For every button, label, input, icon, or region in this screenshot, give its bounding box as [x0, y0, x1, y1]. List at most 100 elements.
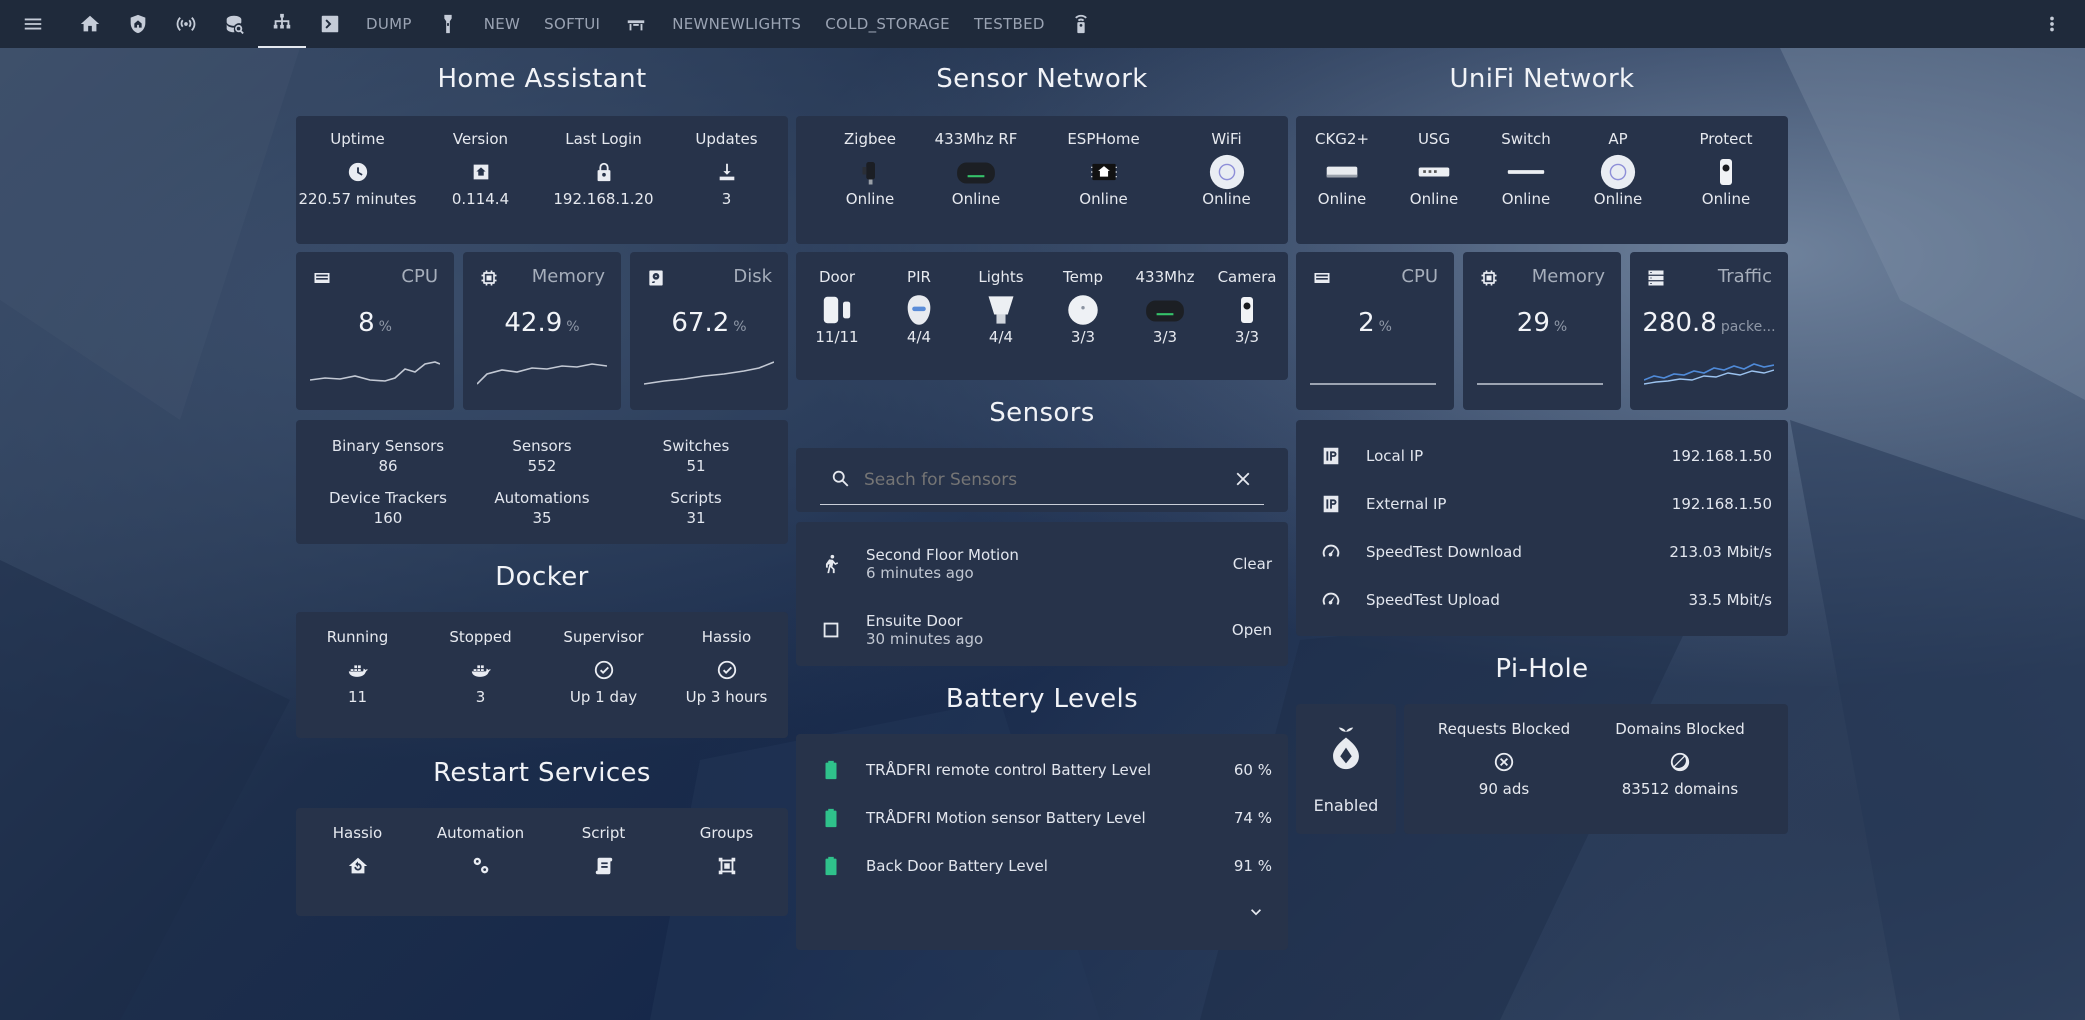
pihole-title: Pi-Hole: [1495, 654, 1589, 684]
server-icon: [1646, 268, 1666, 292]
device-lights[interactable]: Lights 4/4: [960, 268, 1042, 346]
scripts-count[interactable]: Scripts 31: [604, 488, 788, 528]
harddisk-icon: [646, 268, 666, 292]
sensor-row-second-floor-motion[interactable]: Second Floor Motion 6 minutes ago Clear: [796, 534, 1288, 594]
unifi-memory-sparkline: [1477, 383, 1603, 385]
battery-icon: [796, 807, 866, 829]
ha-updates[interactable]: Updates 3: [665, 130, 788, 208]
restart-services-title: Restart Services: [433, 758, 651, 788]
sensor-network-title: Sensor Network: [936, 64, 1148, 94]
docker-stopped[interactable]: Stopped 3: [419, 628, 542, 706]
ha-disk-gauge[interactable]: Disk 67.2%: [630, 252, 788, 410]
restart-groups-button[interactable]: Groups: [665, 824, 788, 884]
tab-flashlight-icon[interactable]: [424, 0, 472, 48]
search-underline: [820, 504, 1264, 505]
domains-blocked[interactable]: Domains Blocked 83512 domains: [1580, 720, 1780, 798]
restart-script-button[interactable]: Script: [542, 824, 665, 884]
overflow-menu-icon[interactable]: [2019, 0, 2085, 48]
tab-cold-storage[interactable]: COLD_STORAGE: [813, 0, 962, 48]
restart-hassio-button[interactable]: Hassio: [296, 824, 419, 884]
cloud-key-icon: [1296, 152, 1388, 190]
chevron-down-icon[interactable]: [1246, 902, 1266, 926]
tab-remote-icon[interactable]: [1057, 0, 1105, 48]
camera-icon: [1664, 152, 1788, 190]
hub-433mhz-rf[interactable]: 433Mhz RF Online: [894, 130, 1058, 208]
clock-icon: [296, 152, 419, 190]
ha-last-login[interactable]: Last Login 192.168.1.20: [542, 130, 665, 208]
device-door[interactable]: Door 11/11: [796, 268, 878, 346]
tab-dump[interactable]: DUMP: [354, 0, 424, 48]
unifi-ckg2[interactable]: CKG2+ Online: [1296, 130, 1388, 208]
docker-title: Docker: [495, 562, 589, 592]
local-ip-row[interactable]: Local IP 192.168.1.50: [1296, 432, 1788, 480]
switches-count[interactable]: Switches 51: [604, 436, 788, 476]
ha-memory-gauge[interactable]: Memory 42.9%: [463, 252, 621, 410]
device-temp[interactable]: Temp 3/3: [1042, 268, 1124, 346]
docker-running[interactable]: Running 11: [296, 628, 419, 706]
tab-home-icon[interactable]: [66, 0, 114, 48]
clear-search-icon[interactable]: [1232, 468, 1254, 494]
cpu-sparkline: [310, 361, 440, 382]
pihole-logo-icon: [1328, 726, 1364, 776]
battery-row-remote[interactable]: TRÅDFRI remote control Battery Level 60 …: [796, 746, 1288, 794]
sensors-title: Sensors: [989, 398, 1095, 428]
pihole-status-card[interactable]: Enabled: [1296, 704, 1396, 834]
restart-automation-button[interactable]: Automation: [419, 824, 542, 884]
unifi-protect[interactable]: Protect Online: [1664, 130, 1788, 208]
docker-hassio[interactable]: Hassio Up 3 hours: [665, 628, 788, 706]
ha-uptime[interactable]: Uptime 220.57 minutes: [296, 130, 419, 208]
hub-esphome[interactable]: ESPHome Online: [1042, 130, 1165, 208]
tab-new[interactable]: NEW: [472, 0, 532, 48]
ha-counts-card: Binary Sensors 86 Sensors 552 Switches 51 D…: [296, 420, 788, 544]
pihole-status: Enabled: [1313, 796, 1379, 815]
external-ip-row[interactable]: External IP 192.168.1.50: [1296, 480, 1788, 528]
menu-icon[interactable]: [0, 0, 66, 48]
speedometer-icon: [1296, 589, 1366, 611]
unifi-switch[interactable]: Switch Online: [1480, 130, 1572, 208]
pihole-stats-card: Requests Blocked 90 ads Domains Blocked …: [1404, 704, 1788, 834]
tab-database-search-icon[interactable]: [210, 0, 258, 48]
disk-sparkline: [644, 361, 774, 385]
tab-console-icon[interactable]: [306, 0, 354, 48]
unifi-info-card: Local IP 192.168.1.50 External IP 192.16…: [1296, 420, 1788, 636]
device-pir[interactable]: PIR 4/4: [878, 268, 960, 346]
tab-testbed[interactable]: TESTBED: [962, 0, 1057, 48]
speedtest-upload-row[interactable]: SpeedTest Upload 33.5 Mbit/s: [1296, 576, 1788, 624]
disk-value: 67.2: [671, 308, 730, 338]
ha-version[interactable]: Version 0.114.4: [419, 130, 542, 208]
temperature-sensor-icon: [1042, 290, 1124, 328]
tab-network-icon[interactable]: [258, 0, 306, 48]
unifi-ap[interactable]: AP Online: [1572, 130, 1664, 208]
speedometer-icon: [1296, 541, 1366, 563]
hub-wifi[interactable]: WiFi Online: [1165, 130, 1288, 208]
unifi-traffic-gauge[interactable]: Traffic 280.8 packe...: [1630, 252, 1788, 410]
cpu-chip-icon: [312, 268, 332, 292]
tab-softui[interactable]: SOFTUI: [532, 0, 612, 48]
search-icon: [830, 468, 852, 494]
sensor-row-ensuite-door[interactable]: Ensuite Door 30 minutes ago Open: [796, 600, 1288, 660]
device-camera[interactable]: Camera 3/3: [1206, 268, 1288, 346]
unifi-network-title: UniFi Network: [1449, 64, 1635, 94]
unifi-usg[interactable]: USG Online: [1388, 130, 1480, 208]
tab-shield-home-icon[interactable]: [114, 0, 162, 48]
restart-services-card: Hassio Automation Script Groups: [296, 808, 788, 916]
ha-cpu-gauge[interactable]: CPU 8%: [296, 252, 454, 410]
sensors-search-input[interactable]: [862, 462, 1206, 498]
docker-supervisor[interactable]: Supervisor Up 1 day: [542, 628, 665, 706]
unifi-memory-gauge[interactable]: Memory 29%: [1463, 252, 1621, 410]
battery-row-motion-sensor[interactable]: TRÅDFRI Motion sensor Battery Level 74 %: [796, 794, 1288, 842]
camera-icon: [1206, 290, 1288, 328]
speedtest-download-row[interactable]: SpeedTest Download 213.03 Mbit/s: [1296, 528, 1788, 576]
requests-blocked[interactable]: Requests Blocked 90 ads: [1404, 720, 1604, 798]
rf-bridge-icon: [894, 152, 1058, 190]
device-433mhz[interactable]: 433Mhz 3/3: [1124, 268, 1206, 346]
tab-wifi-icon[interactable]: [162, 0, 210, 48]
memory-value: 42.9: [504, 308, 563, 338]
battery-levels-title: Battery Levels: [945, 684, 1139, 714]
tab-newnewlights[interactable]: NEWNEWLIGHTS: [660, 0, 813, 48]
home-assistant-title: Home Assistant: [437, 64, 647, 94]
tab-desk-lamp-icon[interactable]: [612, 0, 660, 48]
unifi-cpu-gauge[interactable]: CPU 2%: [1296, 252, 1454, 410]
wifi-access-point-icon: [1165, 152, 1288, 190]
battery-row-back-door[interactable]: Back Door Battery Level 91 %: [796, 842, 1288, 890]
